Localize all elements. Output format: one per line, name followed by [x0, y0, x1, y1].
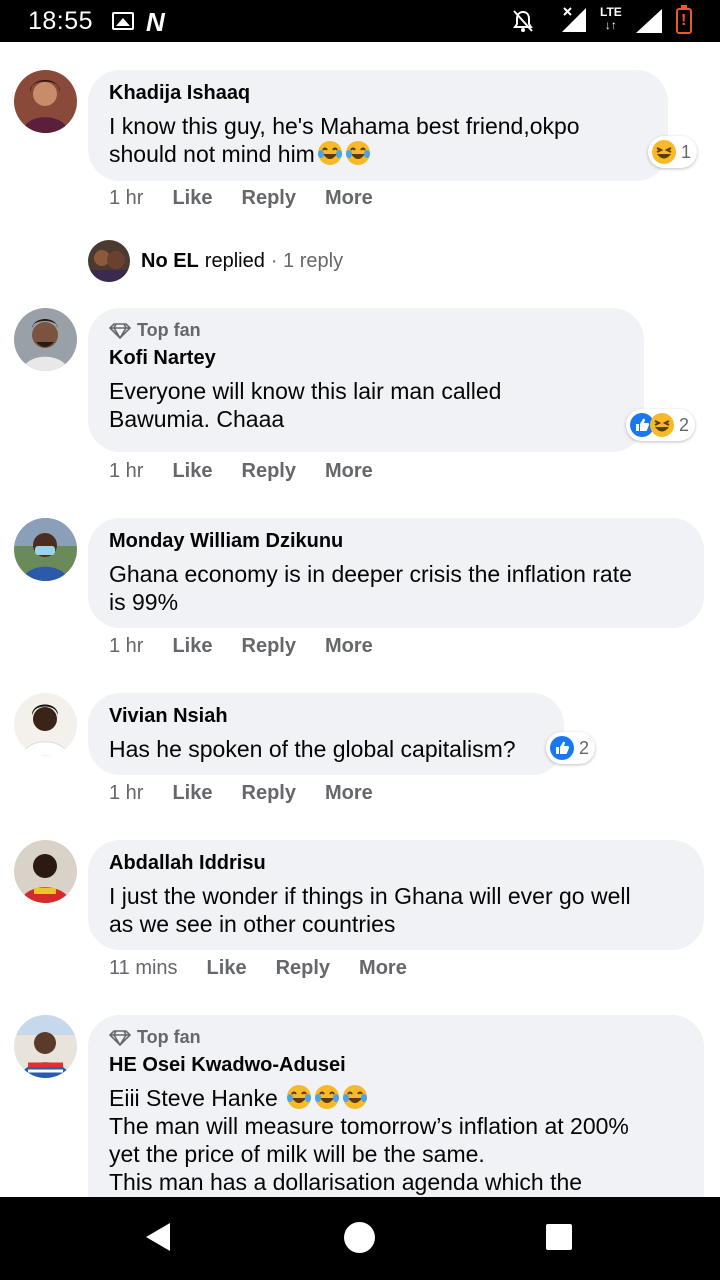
haha-reaction-icon: [650, 413, 674, 437]
comment-time[interactable]: 1 hr: [109, 782, 143, 805]
comment-bubble[interactable]: Vivian Nsiah Has he spoken of the global…: [88, 693, 564, 775]
reaction-badge[interactable]: 1: [648, 136, 698, 168]
reaction-count: 1: [681, 141, 692, 162]
lte-icon: LTE ↓↑: [600, 5, 622, 32]
comment-text: I just the wonder if things in Ghana wil…: [109, 883, 631, 937]
like-button[interactable]: Like: [172, 460, 212, 483]
top-fan-label: Top fan: [137, 320, 201, 340]
like-button[interactable]: Like: [172, 187, 212, 210]
reaction-badge[interactable]: 2: [626, 409, 696, 441]
comment-time[interactable]: 1 hr: [109, 187, 143, 210]
comment-text: Eiii Steve Hanke The man will measure to…: [109, 1085, 629, 1195]
comment-time[interactable]: 1 hr: [109, 635, 143, 658]
recents-icon[interactable]: [546, 1224, 572, 1250]
like-button[interactable]: Like: [172, 635, 212, 658]
comment-text: Ghana economy is in deeper crisis the in…: [109, 561, 632, 615]
back-icon[interactable]: [146, 1223, 170, 1251]
more-button[interactable]: More: [325, 187, 373, 210]
avatar[interactable]: [14, 308, 77, 371]
like-button[interactable]: Like: [207, 957, 247, 980]
home-icon[interactable]: [344, 1222, 375, 1253]
signal-icon: [634, 8, 664, 34]
comment-author[interactable]: Khadija Ishaaq: [109, 82, 648, 105]
status-time: 18:55: [28, 7, 94, 35]
comment-actions: 11 mins Like Reply More: [109, 957, 436, 980]
top-fan-label: Top fan: [137, 1027, 201, 1047]
like-button[interactable]: Like: [172, 782, 212, 805]
comment-actions: 1 hr Like Reply More: [109, 460, 402, 483]
tears-of-joy-emoji-icon: [287, 1085, 312, 1109]
comment-actions: 1 hr Like Reply More: [109, 782, 402, 805]
more-button[interactable]: More: [359, 957, 407, 980]
diamond-icon: [109, 322, 131, 339]
reply-button[interactable]: Reply: [242, 635, 296, 658]
avatar[interactable]: [14, 518, 77, 581]
battery-low-icon: [676, 5, 692, 34]
avatar[interactable]: [14, 1015, 77, 1078]
more-button[interactable]: More: [325, 782, 373, 805]
comment-text: I know this guy, he's Mahama best friend…: [109, 113, 580, 167]
signal-x-icon: [560, 6, 588, 34]
comment-bubble[interactable]: Top fan Kofi Nartey Everyone will know t…: [88, 308, 644, 452]
haha-reaction-icon: [652, 140, 676, 164]
image-icon: [112, 12, 134, 30]
comment-bubble[interactable]: Abdallah Iddrisu I just the wonder if th…: [88, 840, 704, 950]
comment-author[interactable]: Monday William Dzikunu: [109, 530, 684, 553]
comment-author[interactable]: Abdallah Iddrisu: [109, 852, 684, 875]
reply-button[interactable]: Reply: [242, 460, 296, 483]
diamond-icon: [109, 1029, 131, 1046]
reaction-count: 2: [679, 414, 690, 435]
comment-author[interactable]: Vivian Nsiah: [109, 705, 544, 728]
comment-time[interactable]: 11 mins: [109, 957, 178, 980]
status-bar: 18:55 N LTE ↓↑: [0, 0, 720, 42]
comment-author[interactable]: Kofi Nartey: [109, 347, 624, 370]
more-button[interactable]: More: [325, 460, 373, 483]
view-replies-link[interactable]: No EL replied · 1 reply: [88, 240, 343, 282]
comment-time[interactable]: 1 hr: [109, 460, 143, 483]
comment-text: Has he spoken of the global capitalism?: [109, 736, 516, 762]
reply-button[interactable]: Reply: [242, 187, 296, 210]
replier-name: No EL: [141, 249, 199, 272]
system-nav-bar: [0, 1197, 720, 1280]
tears-of-joy-emoji-icon: [343, 1085, 368, 1109]
tears-of-joy-emoji-icon: [315, 1085, 340, 1109]
comment-bubble[interactable]: Top fan HE Osei Kwadwo-Adusei Eiii Steve…: [88, 1015, 704, 1197]
reaction-badge[interactable]: 2: [546, 732, 596, 764]
comment-bubble[interactable]: Khadija Ishaaq I know this guy, he's Mah…: [88, 70, 668, 181]
reaction-count: 2: [579, 737, 590, 758]
comment-actions: 1 hr Like Reply More: [109, 635, 402, 658]
top-fan-badge: Top fan: [109, 320, 624, 341]
avatar[interactable]: [14, 70, 77, 133]
reply-button[interactable]: Reply: [276, 957, 330, 980]
comments-feed: Khadija Ishaaq I know this guy, he's Mah…: [0, 42, 720, 1197]
tears-of-joy-emoji-icon: [345, 141, 370, 165]
more-button[interactable]: More: [325, 635, 373, 658]
reply-button[interactable]: Reply: [242, 782, 296, 805]
mute-icon: [512, 9, 534, 39]
avatar: [88, 240, 130, 282]
like-reaction-icon: [550, 736, 574, 760]
replied-label: replied: [204, 249, 265, 272]
comment-text: Everyone will know this lair man called …: [109, 378, 502, 432]
avatar[interactable]: [14, 693, 77, 756]
comment-actions: 1 hr Like Reply More: [109, 187, 402, 210]
n-icon: N: [146, 7, 165, 37]
top-fan-badge: Top fan: [109, 1027, 684, 1048]
comment-bubble[interactable]: Monday William Dzikunu Ghana economy is …: [88, 518, 704, 628]
avatar[interactable]: [14, 840, 77, 903]
reply-count: · 1 reply: [270, 249, 344, 272]
comment-author[interactable]: HE Osei Kwadwo-Adusei: [109, 1054, 684, 1077]
tears-of-joy-emoji-icon: [317, 141, 342, 165]
